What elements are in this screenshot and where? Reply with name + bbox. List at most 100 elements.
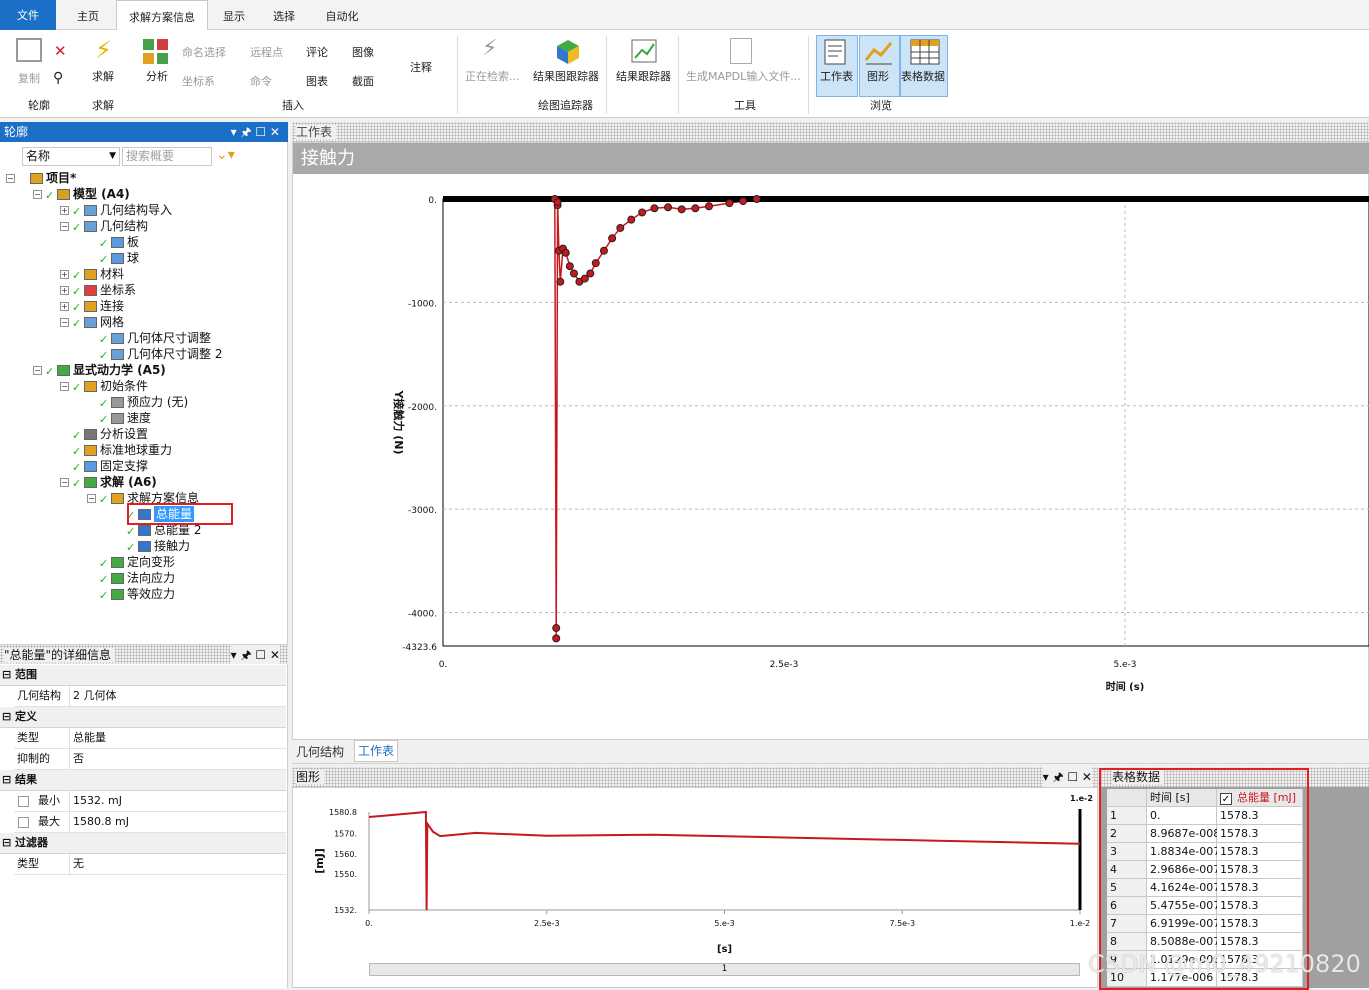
detail-row-max[interactable]: 最大 1580.8 mJ bbox=[14, 812, 286, 833]
y-tick-label: 1550. bbox=[334, 870, 357, 879]
contact-force-chart[interactable]: 0.-1000.-2000.-3000.-4000.-4323.60. 2.5e-… bbox=[293, 176, 1369, 740]
remote-point-button[interactable]: 远程点 bbox=[250, 44, 283, 60]
tree-item[interactable]: − ✓ 显式动力学 (A5) bbox=[0, 362, 286, 378]
image-button[interactable]: 图像 bbox=[352, 44, 374, 60]
search-icon[interactable]: ⚲ bbox=[53, 70, 63, 86]
outline-search-input[interactable]: 搜索概要 bbox=[122, 147, 212, 166]
section-definition[interactable]: ⊟ 定义 bbox=[0, 707, 286, 728]
tab-display[interactable]: 显示 bbox=[214, 0, 254, 30]
tabular-data-button[interactable]: 表格数据 bbox=[901, 68, 945, 84]
tree-item[interactable]: ✓ 等效应力 bbox=[0, 586, 286, 602]
y-tick-label: -2000. bbox=[408, 403, 437, 413]
delete-icon[interactable]: ✕ bbox=[54, 42, 67, 60]
result-tracker-button[interactable]: 结果跟踪器 bbox=[616, 68, 671, 84]
tree-item[interactable]: + ✓ 几何结构导入 bbox=[0, 202, 286, 218]
data-point bbox=[650, 204, 659, 213]
tab-home[interactable]: 主页 bbox=[66, 0, 110, 30]
tree-expander-icon[interactable]: + bbox=[60, 286, 69, 295]
tree-item[interactable]: + ✓ 材料 bbox=[0, 266, 286, 282]
tree-item[interactable]: ✓ 速度 bbox=[0, 410, 286, 426]
tree-item-label: 预应力 (无) bbox=[127, 395, 189, 409]
command-button[interactable]: 命令 bbox=[250, 73, 272, 89]
tab-file[interactable]: 文件 bbox=[0, 0, 56, 30]
detail-row-filter-type[interactable]: 类型 无 bbox=[14, 854, 286, 875]
tree-item[interactable]: − ✓ 初始条件 bbox=[0, 378, 286, 394]
filter-name-select[interactable]: 名称 ▼ bbox=[22, 147, 120, 166]
tree-item[interactable]: ✓ 固定支撑 bbox=[0, 458, 286, 474]
tree-node-icon bbox=[84, 445, 97, 456]
tree-expander-icon[interactable]: + bbox=[60, 270, 69, 279]
tree-item[interactable]: + ✓ 连接 bbox=[0, 298, 286, 314]
tree-item[interactable]: ✓ 接触力 bbox=[0, 538, 286, 554]
panel-controls-icon[interactable]: ▾ 🖈 ☐ ✕ bbox=[231, 122, 280, 142]
coordinate-system-button[interactable]: 坐标系 bbox=[182, 73, 215, 89]
min-checkbox[interactable] bbox=[18, 796, 29, 807]
tree-expander-icon[interactable]: − bbox=[33, 366, 42, 375]
x-tick-label: 2.5e-3 bbox=[770, 660, 799, 670]
tree-item[interactable]: ✓ 定向变形 bbox=[0, 554, 286, 570]
tree-expander-icon[interactable]: − bbox=[6, 174, 15, 183]
tree-expander-icon[interactable]: − bbox=[60, 382, 69, 391]
tree-expander-icon[interactable]: − bbox=[33, 190, 42, 199]
total-energy-chart[interactable]: 1580.8 1570. 1560. 1550. 1532. 0. 2.5e-3 5.e-3 7… bbox=[293, 788, 1097, 960]
section-button[interactable]: 截面 bbox=[352, 73, 374, 89]
time-scrollbar[interactable]: 1 bbox=[369, 963, 1080, 976]
tab-solution-info[interactable]: 求解方案信息 bbox=[116, 0, 208, 31]
section-filter-label: 过滤器 bbox=[15, 836, 49, 849]
detail-row-geometry[interactable]: 几何结构 2 几何体 bbox=[14, 686, 286, 707]
tree-item[interactable]: ✓ 板 bbox=[0, 234, 286, 250]
tree-item[interactable]: + ✓ 坐标系 bbox=[0, 282, 286, 298]
named-selection-button[interactable]: 命名选择 bbox=[182, 44, 226, 60]
group-label-solve: 求解 bbox=[92, 99, 114, 112]
analysis-button[interactable]: 分析 bbox=[146, 68, 168, 84]
chart-button[interactable]: 图表 bbox=[306, 73, 328, 89]
tree-item[interactable]: ✓ 几何体尺寸调整 2 bbox=[0, 346, 286, 362]
tree-item[interactable]: ✓ 几何体尺寸调整 bbox=[0, 330, 286, 346]
graph-button[interactable]: 图形 bbox=[867, 68, 889, 84]
tab-select[interactable]: 选择 bbox=[264, 0, 304, 30]
worksheet-button[interactable]: 工作表 bbox=[820, 68, 853, 84]
tree-expander-icon[interactable]: − bbox=[60, 478, 69, 487]
tree-expander-icon[interactable]: − bbox=[60, 318, 69, 327]
tab-geometry[interactable]: 几何结构 bbox=[296, 743, 344, 760]
annotation-button[interactable]: 注释 bbox=[410, 59, 432, 75]
tree-item-label: 材料 bbox=[100, 267, 125, 281]
retrieving-button[interactable]: 正在检索... bbox=[465, 68, 520, 84]
panel-controls-icon[interactable]: ▾ 🖈 ☐ ✕ bbox=[1042, 767, 1092, 787]
section-filter[interactable]: ⊟ 过滤器 bbox=[0, 833, 286, 854]
solve-button[interactable]: 求解 bbox=[92, 68, 114, 84]
tree-item[interactable]: ✓ 分析设置 bbox=[0, 426, 286, 442]
detail-row-min[interactable]: 最小 1532. mJ bbox=[14, 791, 286, 812]
tab-worksheet[interactable]: 工作表 bbox=[354, 740, 398, 762]
result-plot-tracker-button[interactable]: 结果图跟踪器 bbox=[533, 68, 599, 84]
tree-item[interactable]: ✓ 球 bbox=[0, 250, 286, 266]
copy-button[interactable]: 复制 bbox=[18, 70, 40, 86]
data-point bbox=[664, 203, 673, 212]
tree-expander-icon[interactable]: − bbox=[87, 494, 96, 503]
tree-expander-icon[interactable]: − bbox=[60, 222, 69, 231]
panel-controls-icon[interactable]: ▾ 🖈 ☐ ✕ bbox=[230, 645, 280, 665]
detail-row-type[interactable]: 类型 总能量 bbox=[14, 728, 286, 749]
section-results[interactable]: ⊟ 结果 bbox=[0, 770, 286, 791]
tree-node-icon bbox=[111, 237, 124, 248]
generate-mapdl-button[interactable]: 生成MAPDL输入文件... bbox=[686, 68, 801, 84]
filter-expand-icon[interactable]: ⌄▾ bbox=[216, 147, 235, 163]
tree-item[interactable]: − ✓ 几何结构 bbox=[0, 218, 286, 234]
tab-automation[interactable]: 自动化 bbox=[316, 0, 368, 30]
tree-expander-icon[interactable]: + bbox=[60, 302, 69, 311]
tree-item[interactable]: − ✓ 网格 bbox=[0, 314, 286, 330]
max-checkbox[interactable] bbox=[18, 817, 29, 828]
tree-item[interactable]: ✓ 预应力 (无) bbox=[0, 394, 286, 410]
section-scope[interactable]: ⊟ 范围 bbox=[0, 665, 286, 686]
tree-item[interactable]: − 项目* bbox=[0, 170, 286, 186]
solve-lightning-icon: ⚡ bbox=[95, 36, 112, 64]
tree-item[interactable]: − ✓ 模型 (A4) bbox=[0, 186, 286, 202]
tree-item[interactable]: − ✓ 求解 (A6) bbox=[0, 474, 286, 490]
detail-row-suppressed[interactable]: 抑制的 否 bbox=[14, 749, 286, 770]
comment-button[interactable]: 评论 bbox=[306, 44, 328, 60]
bottom-tab-bar bbox=[292, 740, 1369, 764]
tree-expander-icon[interactable]: + bbox=[60, 206, 69, 215]
tree-item[interactable]: ✓ 标准地球重力 bbox=[0, 442, 286, 458]
tree-item[interactable]: ✓ 法向应力 bbox=[0, 570, 286, 586]
x-axis-label: 时间 (s) bbox=[1106, 680, 1145, 693]
